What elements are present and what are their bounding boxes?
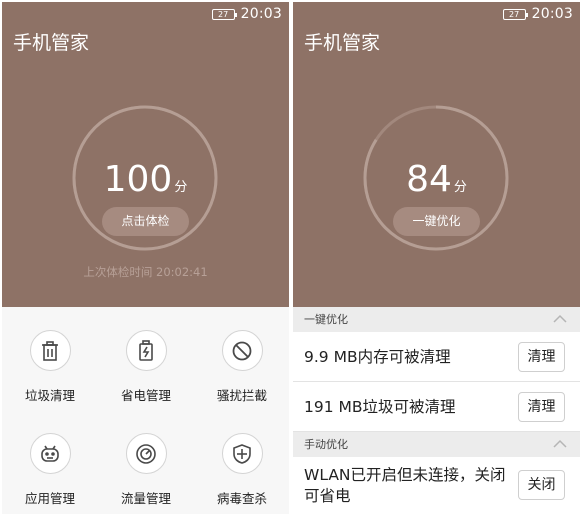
status-bar: 27 20:03 — [502, 5, 573, 23]
tool-label: 流量管理 — [120, 491, 171, 506]
close-wlan-button[interactable]: 关闭 — [518, 470, 565, 500]
status-time: 20:03 — [531, 6, 573, 22]
tool-label: 垃圾清理 — [24, 388, 75, 403]
clean-memory-button[interactable]: 清理 — [518, 342, 565, 372]
block-icon — [221, 330, 263, 371]
tool-virus-scan[interactable]: 病毒查杀 — [194, 413, 289, 513]
score-value: 100 — [103, 159, 173, 200]
shield-icon — [221, 433, 263, 474]
score-unit: 分 — [453, 180, 467, 195]
section-header-one-tap[interactable]: 一键优化 — [293, 307, 580, 332]
tool-label: 病毒查杀 — [216, 491, 267, 506]
list-item: 9.9 MB内存可被清理 清理 — [293, 332, 580, 382]
health-score: 84 分 — [293, 160, 580, 200]
tool-label: 骚扰拦截 — [216, 388, 267, 403]
score-value: 84 — [406, 159, 452, 200]
tool-app-management[interactable]: 应用管理 — [2, 413, 98, 513]
section-title: 手动优化 — [304, 438, 348, 451]
app-title: 手机管家 — [13, 32, 90, 54]
chevron-up-icon[interactable] — [552, 312, 568, 326]
tool-label: 应用管理 — [24, 491, 75, 506]
app-title: 手机管家 — [304, 32, 381, 54]
status-bar: 27 20:03 — [211, 5, 282, 23]
item-description: WLAN已开启但未连接，关闭可省电 — [304, 465, 506, 505]
health-score-panel: 27 20:03 手机管家 84 分 一键优化 — [293, 2, 580, 307]
battery-icon: 27 — [211, 8, 237, 20]
list-item: WLAN已开启但未连接，关闭可省电 关闭 — [293, 457, 580, 514]
phone-screen-home: 27 20:03 手机管家 100分 点击体检 上次体检时间 20:02:41 — [2, 2, 289, 514]
trash-icon — [29, 330, 71, 371]
one-tap-optimize-button[interactable]: 一键优化 — [393, 207, 480, 236]
item-description: 9.9 MB内存可被清理 — [304, 347, 451, 366]
android-icon — [29, 433, 71, 474]
battery-icon: 27 — [502, 8, 528, 20]
chevron-up-icon[interactable] — [552, 437, 568, 451]
health-score-panel: 27 20:03 手机管家 100 分 点击体检 上次体检时间 20:02:41 — [2, 2, 289, 307]
tool-junk-clean[interactable]: 垃圾清理 — [2, 310, 98, 410]
item-description: 191 MB垃圾可被清理 — [304, 397, 456, 416]
phone-screen-optimize: 27 20:03 手机管家 84 分 一键优化 一键优化 9.9 MB内存可被清理… — [293, 2, 580, 514]
section-header-manual[interactable]: 手动优化 — [293, 432, 580, 457]
speedometer-icon — [125, 433, 167, 474]
battery-saver-icon — [125, 330, 167, 371]
score-unit: 分 — [174, 180, 188, 195]
status-time: 20:03 — [240, 6, 282, 22]
tool-harassment-block[interactable]: 骚扰拦截 — [194, 310, 289, 410]
tool-data-usage[interactable]: 流量管理 — [98, 413, 194, 513]
tool-power-management[interactable]: 省电管理 — [98, 310, 194, 410]
section-title: 一键优化 — [304, 313, 348, 326]
clean-junk-button[interactable]: 清理 — [518, 392, 565, 422]
health-score: 100 分 — [2, 160, 289, 200]
list-item: 191 MB垃圾可被清理 清理 — [293, 382, 580, 432]
last-check-time: 上次体检时间 20:02:41 — [83, 265, 208, 279]
tool-label: 省电管理 — [120, 388, 171, 403]
tools-grid: 垃圾清理 省电管理 骚扰拦截 应用管理 流量管理 病毒查杀 — [2, 307, 289, 514]
check-button[interactable]: 点击体检 — [102, 207, 189, 236]
